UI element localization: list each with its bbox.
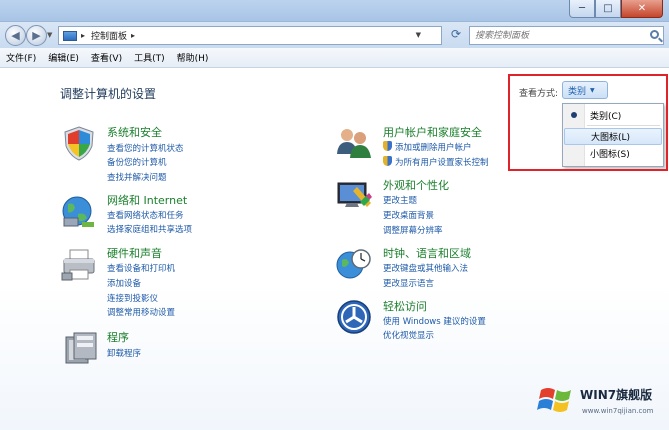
maximize-button[interactable]: □ (595, 0, 621, 18)
breadcrumb-separator-end[interactable]: ▸ (131, 31, 135, 40)
minimize-button[interactable]: ─ (569, 0, 595, 18)
link-add-remove-accounts[interactable]: 添加或删除用户帐户 (383, 141, 472, 153)
address-dropdown-icon[interactable]: ▼ (416, 31, 421, 39)
category-hardware-sound: 硬件和声音 查看设备和打印机 添加设备 连接到投影仪 调整常用移动设置 (60, 245, 260, 320)
title-bar: ─ □ ✕ (0, 0, 669, 22)
refresh-icon[interactable]: ⟳ (448, 27, 464, 43)
page-title: 调整计算机的设置 (60, 87, 157, 101)
category-title[interactable]: 程序 (107, 329, 129, 345)
category-title[interactable]: 硬件和声音 (107, 245, 162, 261)
search-box[interactable] (469, 26, 664, 45)
printer-icon (61, 249, 95, 281)
breadcrumb-separator[interactable]: ▸ (81, 31, 85, 40)
link-mobility-settings[interactable]: 调整常用移动设置 (107, 306, 175, 318)
link-desktop-background[interactable]: 更改桌面背景 (383, 209, 434, 221)
address-bar[interactable]: ▸ 控制面板 ▸ ▼ (58, 26, 442, 45)
recent-pages-dropdown-icon[interactable]: ▼ (47, 31, 52, 39)
watermark-text: WIN7旗舰版 (580, 388, 653, 402)
category-title[interactable]: 外观和个性化 (383, 177, 449, 193)
search-input[interactable] (470, 27, 640, 44)
link-parental-controls[interactable]: 为所有用户设置家长控制 (383, 156, 489, 168)
link-recommended-settings[interactable]: 使用 Windows 建议的设置 (383, 315, 486, 327)
menu-file[interactable]: 文件(F) (6, 49, 36, 66)
clock-globe-icon (336, 249, 371, 279)
category-clock-language: 时钟、语言和区域 更改键盘或其他输入法 更改显示语言 (335, 245, 535, 291)
globe-network-icon (62, 196, 94, 227)
link-screen-resolution[interactable]: 调整屏幕分辨率 (383, 224, 443, 236)
appearance-icon (337, 182, 372, 207)
breadcrumb-control-panel[interactable]: 控制面板 (91, 29, 127, 42)
menu-edit[interactable]: 编辑(E) (48, 49, 79, 66)
navigation-bar: ◀ ▶ ▼ ▸ 控制面板 ▸ ▼ ⟳ (0, 22, 669, 48)
category-ease-of-access: 轻松访问 使用 Windows 建议的设置 优化视觉显示 (335, 298, 535, 344)
shield-icon (64, 126, 94, 161)
category-title[interactable]: 轻松访问 (383, 298, 427, 314)
ease-of-access-icon (337, 300, 371, 334)
menu-view[interactable]: 查看(V) (91, 49, 122, 66)
windows-logo-icon (537, 388, 571, 412)
programs-icon (65, 332, 97, 364)
uac-shield-icon (383, 141, 392, 151)
link-troubleshoot[interactable]: 查找并解决问题 (107, 171, 167, 183)
search-icon[interactable] (650, 30, 659, 39)
link-network-status[interactable]: 查看网络状态和任务 (107, 209, 184, 221)
watermark-url: www.win7qijian.com (582, 407, 654, 415)
uac-shield-icon (383, 156, 392, 166)
link-view-computer-status[interactable]: 查看您的计算机状态 (107, 142, 184, 154)
category-network-internet: 网络和 Internet 查看网络状态和任务 选择家庭组和共享选项 (60, 192, 260, 238)
category-title[interactable]: 用户帐户和家庭安全 (383, 124, 482, 140)
link-change-theme[interactable]: 更改主题 (383, 194, 417, 206)
menu-bar: 文件(F) 编辑(E) 查看(V) 工具(T) 帮助(H) (0, 48, 669, 68)
link-display-language[interactable]: 更改显示语言 (383, 277, 434, 289)
forward-button[interactable]: ▶ (26, 25, 47, 46)
link-connect-projector[interactable]: 连接到投影仪 (107, 292, 158, 304)
control-panel-icon (63, 30, 77, 41)
category-appearance: 外观和个性化 更改主题 更改桌面背景 调整屏幕分辨率 (335, 177, 535, 237)
category-user-accounts: 用户帐户和家庭安全 添加或删除用户帐户 为所有用户设置家长控制 (335, 124, 535, 170)
back-button[interactable]: ◀ (5, 25, 26, 46)
menu-tools[interactable]: 工具(T) (134, 49, 165, 66)
link-devices-printers[interactable]: 查看设备和打印机 (107, 262, 175, 274)
category-title[interactable]: 网络和 Internet (107, 192, 187, 208)
menu-help[interactable]: 帮助(H) (177, 49, 209, 66)
link-backup-computer[interactable]: 备份您的计算机 (107, 156, 167, 168)
category-system-security: 系统和安全 查看您的计算机状态 备份您的计算机 查找并解决问题 (60, 124, 260, 184)
category-title[interactable]: 时钟、语言和区域 (383, 245, 471, 261)
users-icon (337, 129, 371, 158)
control-panel-content: 调整计算机的设置 查看方式: 类别 ▼ 类别(C) 大图标(L) 小图标(S) … (0, 69, 669, 430)
link-uninstall-program[interactable]: 卸载程序 (107, 347, 141, 359)
close-button[interactable]: ✕ (621, 0, 663, 18)
link-add-device[interactable]: 添加设备 (107, 277, 141, 289)
category-programs: 程序 卸载程序 (60, 329, 260, 369)
category-title[interactable]: 系统和安全 (107, 124, 162, 140)
link-optimize-visual[interactable]: 优化视觉显示 (383, 329, 434, 341)
window-controls: ─ □ ✕ (569, 0, 663, 18)
link-keyboards-input[interactable]: 更改键盘或其他输入法 (383, 262, 468, 274)
link-homegroup-sharing[interactable]: 选择家庭组和共享选项 (107, 223, 192, 235)
watermark: WIN7旗舰版 www.win7qijian.com (537, 378, 667, 426)
